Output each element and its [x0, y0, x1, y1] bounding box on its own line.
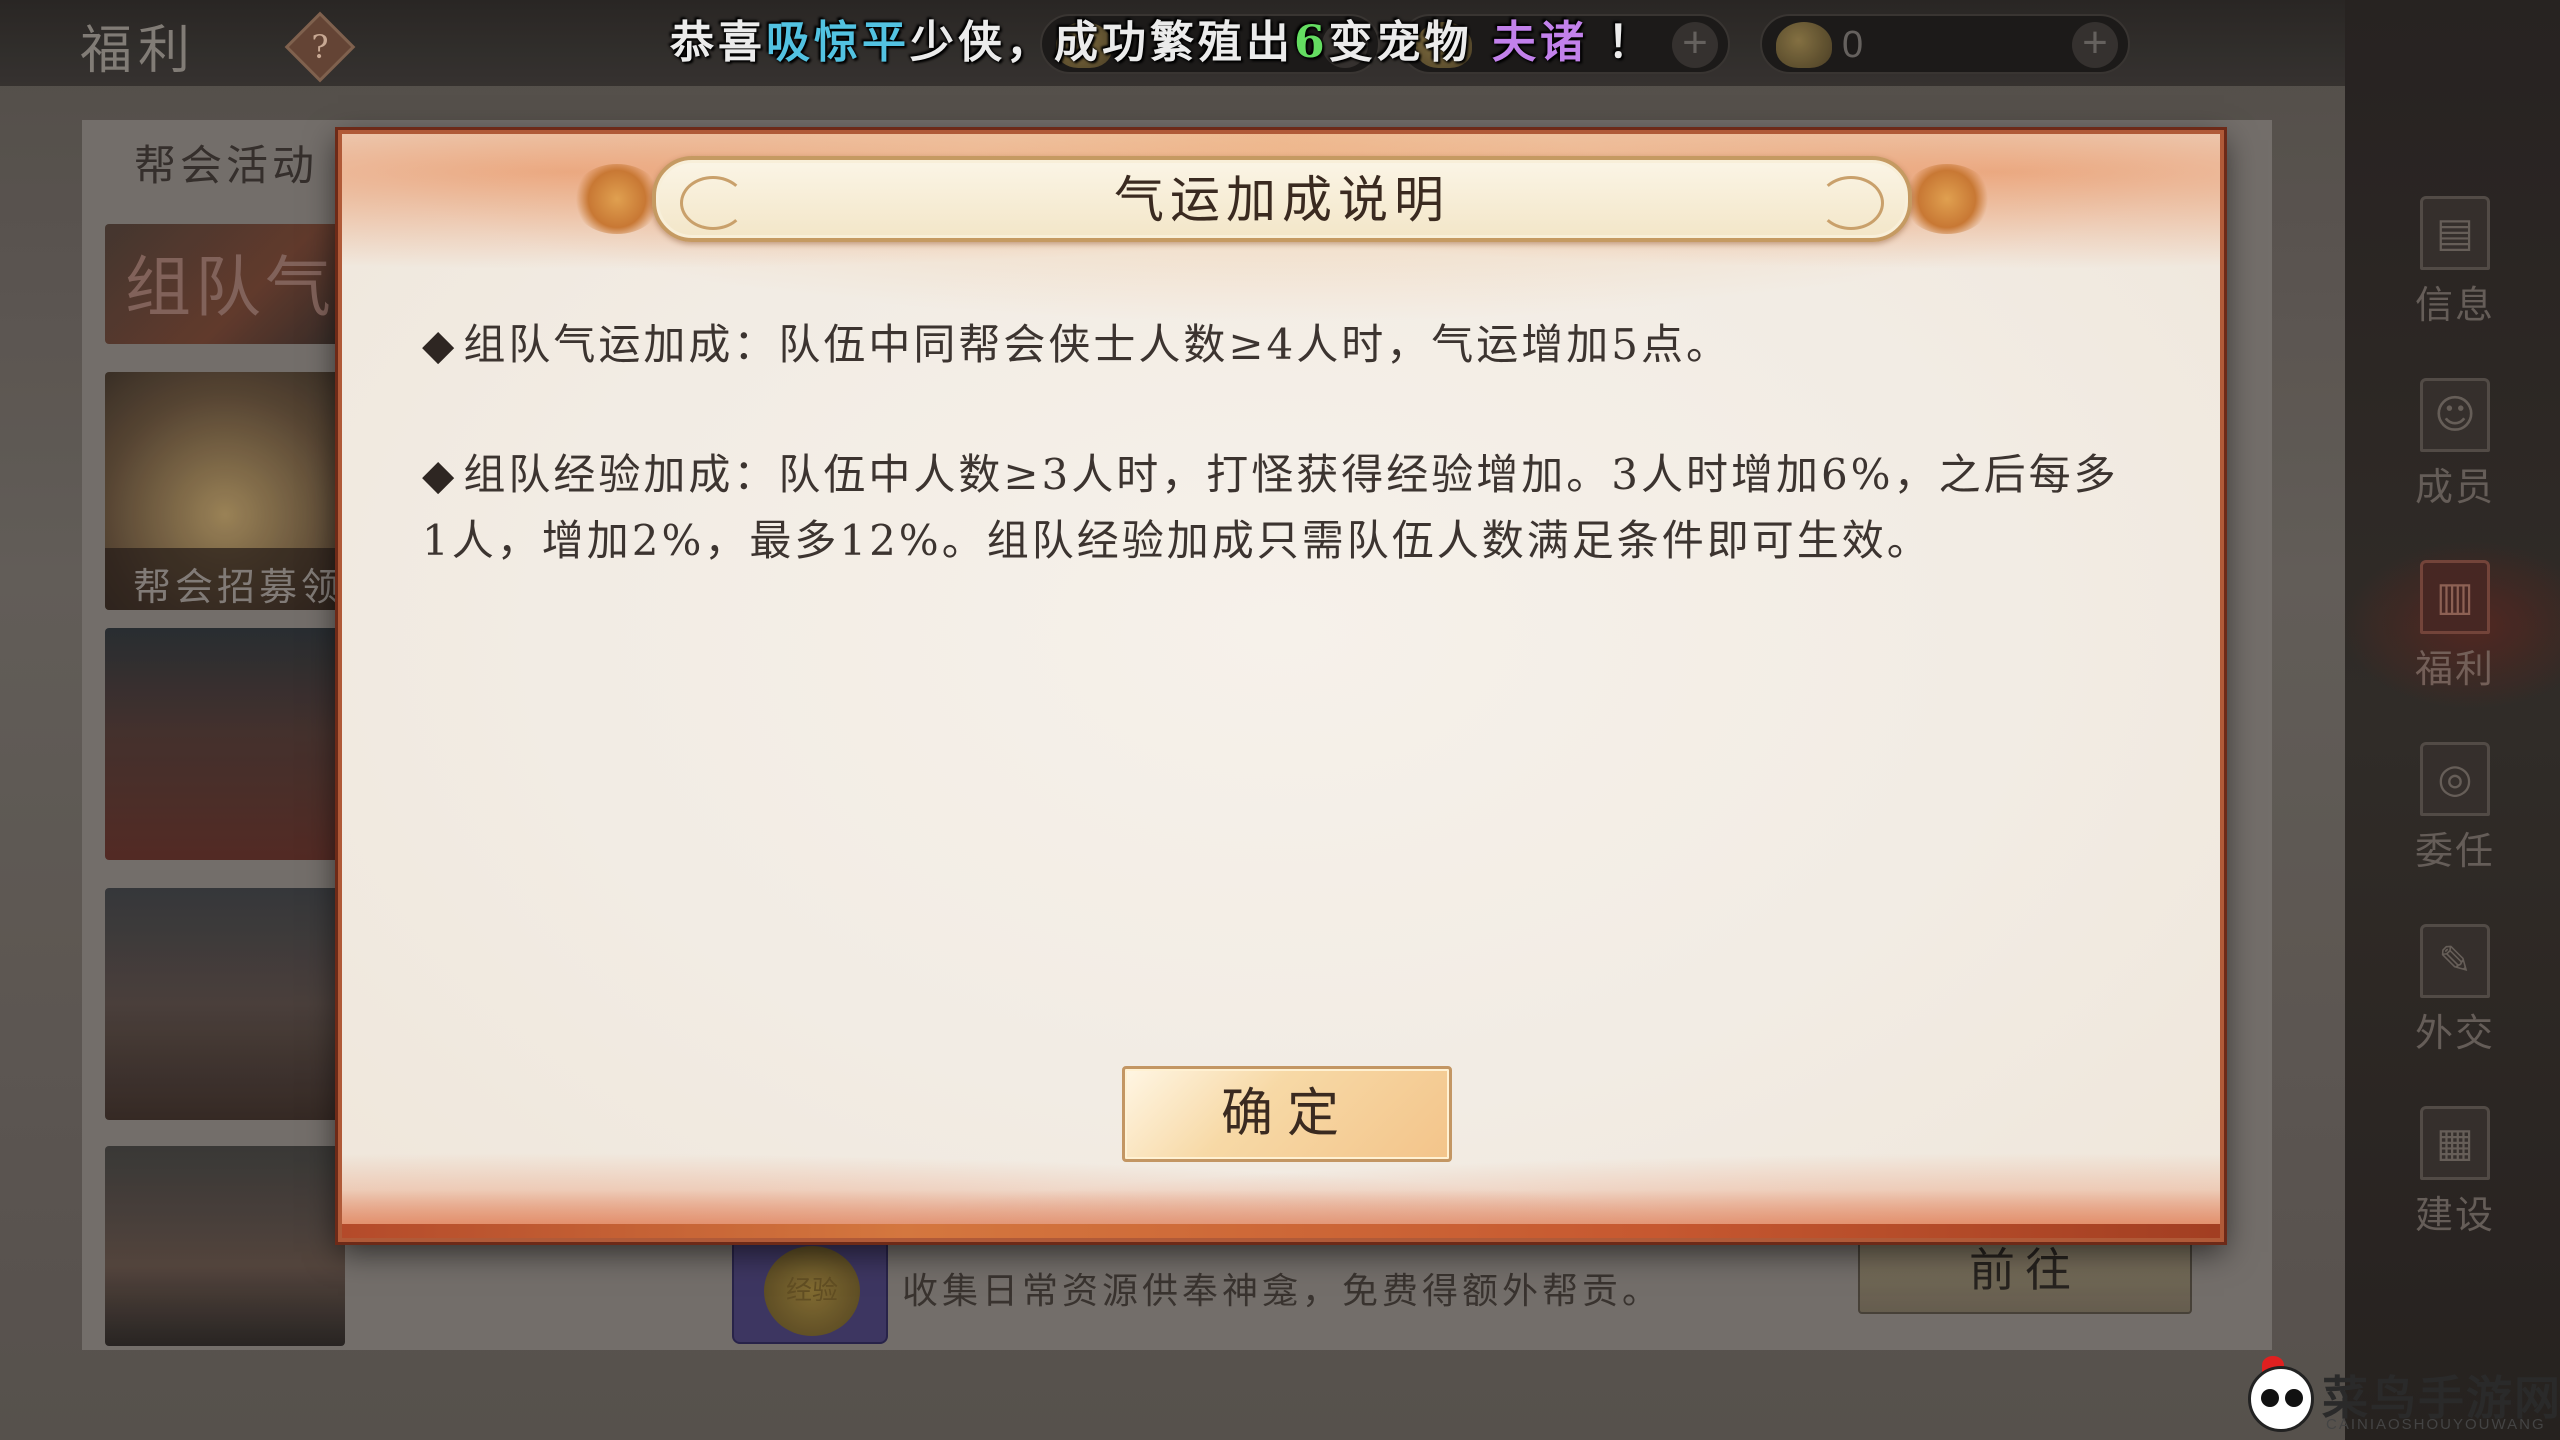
- cloud-ornament-icon: [1902, 164, 1992, 234]
- rule-team-fortune: ◆ 组队气运加成：队伍中同帮会侠士人数≥4人时，气运增加5点。: [422, 312, 2122, 378]
- cloud-ornament-icon: [572, 164, 662, 234]
- watermark-bird-logo: [2248, 1366, 2314, 1432]
- diamond-bullet-icon: ◆: [422, 450, 458, 499]
- dialog-title: 气运加成说明: [1114, 171, 1450, 229]
- title-plaque: 气运加成说明: [652, 156, 1912, 242]
- rule-text: 组队经验加成：队伍中人数≥3人时，打怪获得经验增加。3人时增加6%，之后每多1人…: [422, 450, 2119, 565]
- fortune-bonus-dialog: 气运加成说明 ◆ 组队气运加成：队伍中同帮会侠士人数≥4人时，气运增加5点。 ◆ 组…: [338, 130, 2224, 1242]
- diamond-bullet-icon: ◆: [422, 320, 458, 369]
- confirm-button[interactable]: 确定: [1122, 1066, 1452, 1162]
- rule-text: 组队气运加成：队伍中同帮会侠士人数≥4人时，气运增加5点。: [463, 320, 1731, 369]
- rule-team-experience: ◆ 组队经验加成：队伍中人数≥3人时，打怪获得经验增加。3人时增加6%，之后每多1…: [422, 442, 2122, 574]
- dialog-bottom-edge: [342, 1224, 2220, 1238]
- watermark-subtext: CAINIAOSHOUYOUWANG: [2326, 1416, 2546, 1433]
